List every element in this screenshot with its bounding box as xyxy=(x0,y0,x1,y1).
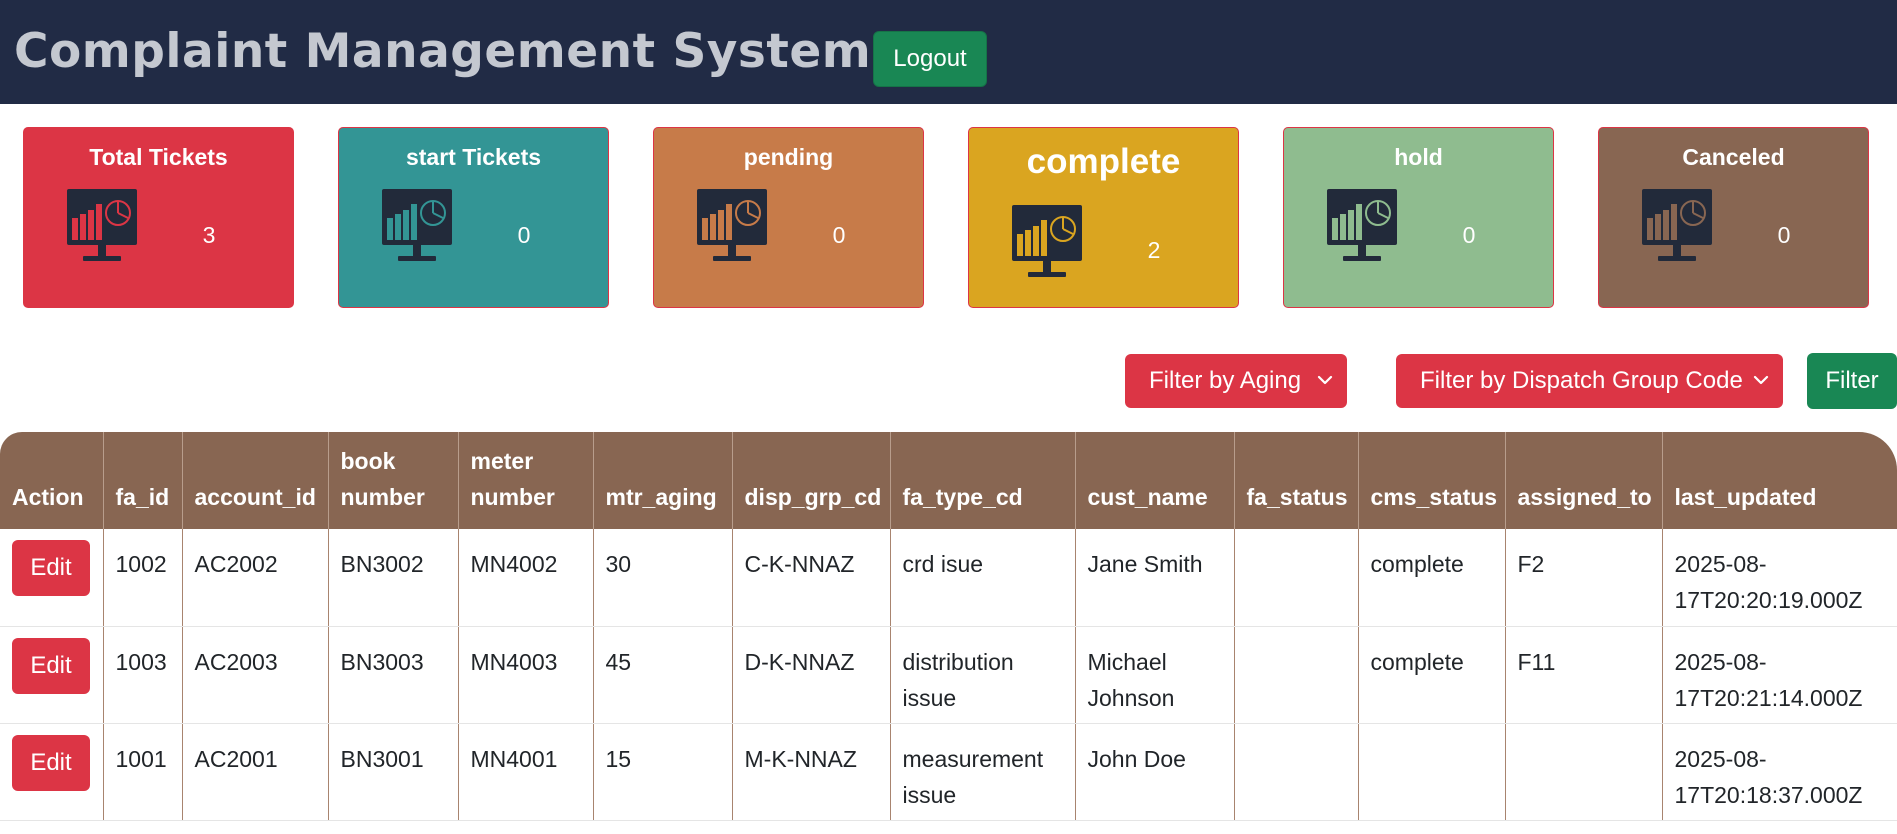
column-header-cust-name: cust_name xyxy=(1075,432,1235,529)
cell-account-id: AC2003 xyxy=(182,626,329,724)
filter-button[interactable]: Filter xyxy=(1807,353,1897,409)
cell-cms-status xyxy=(1358,723,1506,821)
stat-card-pending: pending 0 xyxy=(653,127,924,308)
table-row: Edit 1001 AC2001 BN3001 MN4001 15 M-K-NNAZ meas… xyxy=(0,723,1897,821)
stat-card-complete: complete 2 xyxy=(968,127,1239,308)
column-header-account-id: account_id xyxy=(182,432,329,529)
column-header-disp-grp-cd: disp_grp_cd xyxy=(732,432,891,529)
cell-assigned-to: F2 xyxy=(1505,529,1663,627)
monitor-chart-icon xyxy=(1641,188,1713,264)
logout-button[interactable]: Logout xyxy=(873,31,987,87)
cell-fa-type-cd: distribution issue xyxy=(890,626,1076,724)
cell-last-updated: 2025-08-17T20:18:37.000Z xyxy=(1662,723,1897,821)
edit-button[interactable]: Edit xyxy=(12,734,90,791)
column-header-fa-type-cd: fa_type_cd xyxy=(890,432,1076,529)
action-cell: Edit xyxy=(0,626,104,724)
cell-cms-status: complete xyxy=(1358,529,1506,627)
chevron-down-icon xyxy=(1753,375,1769,385)
chevron-down-icon xyxy=(1317,375,1333,385)
stat-card-count: 0 xyxy=(1462,222,1476,248)
cell-account-id: AC2002 xyxy=(182,529,329,627)
stat-card-count: 0 xyxy=(832,222,846,248)
column-header-meter-number: meter number xyxy=(458,432,594,529)
cell-fa-status xyxy=(1234,723,1359,821)
stat-card-count: 0 xyxy=(1777,222,1791,248)
cell-meter-number: MN4001 xyxy=(458,723,594,821)
cell-fa-id: 1002 xyxy=(103,529,183,627)
filter-by-aging-label: Filter by Aging xyxy=(1149,367,1302,394)
cell-mtr-aging: 45 xyxy=(593,626,733,724)
stat-card-count: 3 xyxy=(202,222,216,248)
column-header-fa-id: fa_id xyxy=(103,432,183,529)
monitor-chart-icon xyxy=(696,188,768,264)
stat-card-title: Total Tickets xyxy=(89,144,228,170)
stat-card-title: pending xyxy=(743,144,834,170)
filter-by-aging-select[interactable]: Filter by Aging xyxy=(1125,354,1347,408)
cell-fa-status xyxy=(1234,529,1359,627)
cell-assigned-to: F11 xyxy=(1505,626,1663,724)
cell-cust-name: Jane Smith xyxy=(1075,529,1235,627)
stat-card-total-tickets: Total Tickets 3 xyxy=(23,127,294,308)
cell-book-number: BN3001 xyxy=(328,723,459,821)
top-navbar: Complaint Management System Logout xyxy=(0,0,1897,104)
monitor-chart-icon xyxy=(1011,204,1083,280)
cell-disp-grp-cd: D-K-NNAZ xyxy=(732,626,891,724)
filter-by-dispatch-group-select[interactable]: Filter by Dispatch Group Code xyxy=(1396,354,1783,408)
column-header-cms-status: cms_status xyxy=(1358,432,1506,529)
cell-account-id: AC2001 xyxy=(182,723,329,821)
cell-disp-grp-cd: M-K-NNAZ xyxy=(732,723,891,821)
cell-fa-type-cd: crd isue xyxy=(890,529,1076,627)
action-cell: Edit xyxy=(0,529,104,627)
monitor-chart-icon xyxy=(66,188,138,264)
cell-cms-status: complete xyxy=(1358,626,1506,724)
stat-card-title: hold xyxy=(1394,144,1443,170)
filter-by-dispatch-group-label: Filter by Dispatch Group Code xyxy=(1420,367,1743,394)
cell-last-updated: 2025-08-17T20:20:19.000Z xyxy=(1662,529,1897,627)
cell-assigned-to xyxy=(1505,723,1663,821)
stat-card-hold: hold 0 xyxy=(1283,127,1554,308)
cell-meter-number: MN4003 xyxy=(458,626,594,724)
cell-cust-name: Michael Johnson xyxy=(1075,626,1235,724)
stat-card-title: Canceled xyxy=(1682,144,1785,170)
column-header-mtr-aging: mtr_aging xyxy=(593,432,733,529)
cell-meter-number: MN4002 xyxy=(458,529,594,627)
tickets-table: Action fa_id account_id book number mete… xyxy=(0,432,1897,821)
stat-card-start-tickets: start Tickets 0 xyxy=(338,127,609,308)
stat-card-title: complete xyxy=(1026,142,1181,181)
stat-card-count: 2 xyxy=(1147,237,1161,263)
table-row: Edit 1002 AC2002 BN3002 MN4002 30 C-K-NNAZ crd … xyxy=(0,529,1897,627)
monitor-chart-icon xyxy=(1326,188,1398,264)
cell-fa-id: 1003 xyxy=(103,626,183,724)
column-header-action: Action xyxy=(0,432,104,529)
stat-card-count: 0 xyxy=(517,222,531,248)
column-header-book-number: book number xyxy=(328,432,459,529)
cell-fa-type-cd: measurement issue xyxy=(890,723,1076,821)
cell-last-updated: 2025-08-17T20:21:14.000Z xyxy=(1662,626,1897,724)
column-header-last-updated: last_updated xyxy=(1674,484,1817,510)
cell-book-number: BN3002 xyxy=(328,529,459,627)
tickets-table-container: Action fa_id account_id book number mete… xyxy=(0,432,1897,834)
table-body: Edit 1002 AC2002 BN3002 MN4002 30 C-K-NNAZ crd … xyxy=(0,529,1897,821)
cell-book-number: BN3003 xyxy=(328,626,459,724)
column-header-assigned-to: assigned_to xyxy=(1505,432,1663,529)
edit-button[interactable]: Edit xyxy=(12,540,90,596)
cell-disp-grp-cd: C-K-NNAZ xyxy=(732,529,891,627)
stat-card-title: start Tickets xyxy=(405,144,542,170)
app-title: Complaint Management System xyxy=(14,24,872,79)
stat-card-canceled: Canceled 0 xyxy=(1598,127,1869,308)
cell-cust-name: John Doe xyxy=(1075,723,1235,821)
cell-mtr-aging: 15 xyxy=(593,723,733,821)
cell-mtr-aging: 30 xyxy=(593,529,733,627)
table-row: Edit 1003 AC2003 BN3003 MN4003 45 D-K-NNAZ dist… xyxy=(0,626,1897,724)
cell-fa-id: 1001 xyxy=(103,723,183,821)
column-header-fa-status: fa_status xyxy=(1234,432,1359,529)
monitor-chart-icon xyxy=(381,188,453,264)
edit-button[interactable]: Edit xyxy=(12,637,90,694)
action-cell: Edit xyxy=(0,723,104,821)
cell-fa-status xyxy=(1234,626,1359,724)
table-header-row: Action fa_id account_id book number mete… xyxy=(0,432,1897,529)
